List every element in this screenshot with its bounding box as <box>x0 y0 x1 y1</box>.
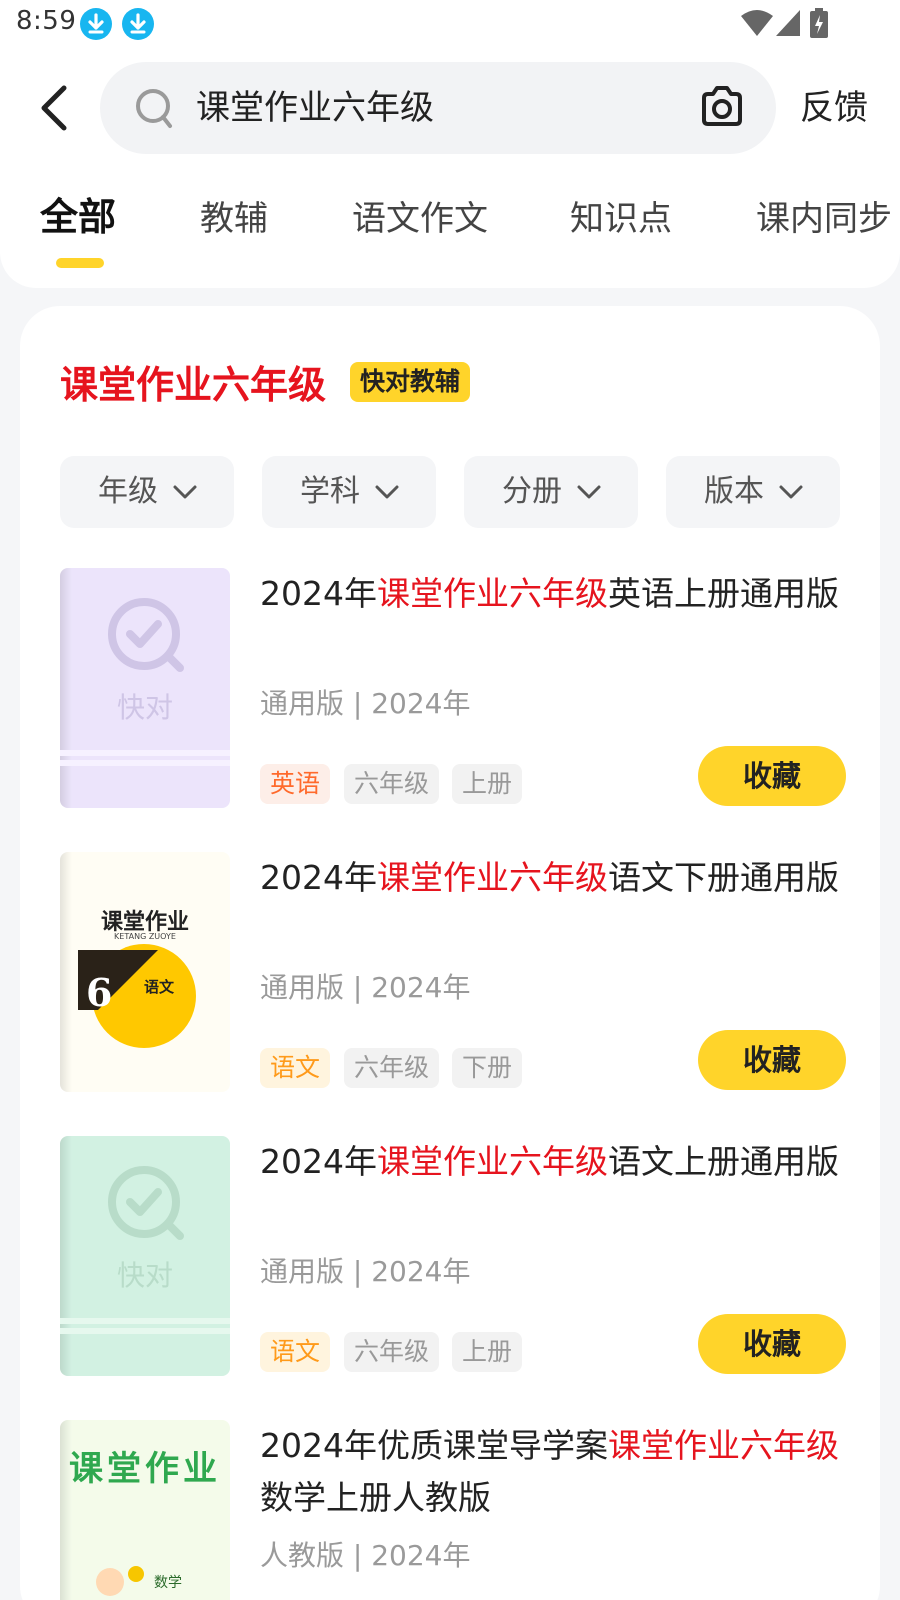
tab-bar: 全部 教辅 语文作文 知识点 课内同步 <box>0 194 900 274</box>
book-cover[interactable]: 课堂作业 KETANG ZUOYE 6 语文 <box>60 852 230 1092</box>
cover-title: 课堂作业 <box>69 1449 221 1489</box>
chevron-down-icon <box>173 485 197 499</box>
book-title[interactable]: 2024年课堂作业六年级语文下册通用版 <box>260 852 840 904</box>
chevron-down-icon <box>375 485 399 499</box>
book-cover[interactable]: 快对 <box>60 568 230 808</box>
search-icon <box>136 89 172 128</box>
active-tab-indicator <box>56 258 104 268</box>
filter-label: 分册 <box>502 474 562 509</box>
tag-volume: 上册 <box>452 764 523 804</box>
cover-text: 快对 <box>116 1259 173 1292</box>
tag-volume: 下册 <box>452 1048 523 1088</box>
book-meta: 通用版 | 2024年 <box>260 971 471 1004</box>
tag-volume: 上册 <box>452 1332 523 1372</box>
book-title[interactable]: 2024年课堂作业六年级语文上册通用版 <box>260 1136 840 1188</box>
book-item[interactable]: 课堂作业 KETANG ZUOYE 6 语文 2024年课堂作业六年级语文下册通… <box>60 852 850 1102</box>
back-arrow-icon[interactable] <box>32 80 76 136</box>
cover-subtitle: KETANG ZUOYE <box>114 932 176 941</box>
download-icon <box>122 8 154 40</box>
tag-grade: 六年级 <box>344 1332 440 1372</box>
book-meta: 人教版 | 2024年 <box>260 1539 471 1572</box>
cover-band <box>60 760 230 766</box>
tab-teaching-aids[interactable]: 教辅 <box>200 194 268 244</box>
book-cover[interactable]: 课堂作业 数学 <box>60 1420 230 1600</box>
cover-spine <box>60 852 72 1092</box>
book-title[interactable]: 2024年优质课堂导学案课堂作业六年级数学上册人教版 <box>260 1420 840 1524</box>
cover-band <box>60 1328 230 1334</box>
signal-icon <box>776 10 800 36</box>
filter-grade[interactable]: 年级 <box>60 456 234 528</box>
search-query: 课堂作业六年级 <box>196 88 434 128</box>
book-title-suffix: 语文下册通用版 <box>607 858 839 897</box>
book-title-suffix: 语文上册通用版 <box>607 1142 839 1181</box>
cover-band <box>60 1318 230 1324</box>
book-title-highlight: 课堂作业六年级 <box>376 574 608 613</box>
search-input[interactable]: 课堂作业六年级 <box>100 62 776 154</box>
filter-volume[interactable]: 分册 <box>464 456 638 528</box>
battery-charging-icon <box>810 8 828 38</box>
download-icon <box>80 8 112 40</box>
result-card-title: 课堂作业六年级 <box>60 363 327 407</box>
filter-subject[interactable]: 学科 <box>262 456 436 528</box>
book-title-highlight: 课堂作业六年级 <box>376 858 608 897</box>
book-title-suffix: 英语上册通用版 <box>607 574 839 613</box>
tag-grade: 六年级 <box>344 764 440 804</box>
search-header: 课堂作业六年级 反馈 全部 教辅 语文作文 知识点 课内同步 <box>0 48 900 288</box>
book-title-suffix: 数学上册人教版 <box>260 1478 491 1517</box>
status-bar: 8:59 <box>0 0 900 48</box>
book-title-prefix: 2024年优质课堂导学案 <box>260 1426 608 1465</box>
cover-spine <box>60 1420 72 1600</box>
kuaidui-logo-icon <box>108 1166 184 1240</box>
tab-all[interactable]: 全部 <box>40 192 116 242</box>
book-title-prefix: 2024年 <box>260 858 377 897</box>
cover-subject: 语文 <box>144 978 175 996</box>
chevron-down-icon <box>577 485 601 499</box>
cover-illustration <box>96 1566 144 1596</box>
feedback-button[interactable]: 反馈 <box>800 84 868 132</box>
cover-subject: 数学 <box>154 1575 182 1591</box>
camera-icon[interactable] <box>698 84 746 130</box>
collect-button[interactable]: 收藏 <box>698 1314 846 1374</box>
tag-subject: 语文 <box>260 1048 331 1088</box>
filter-label: 版本 <box>704 474 764 509</box>
tag-grade: 六年级 <box>344 1048 440 1088</box>
kuaidui-logo-icon <box>108 598 184 672</box>
collect-button[interactable]: 收藏 <box>698 1030 846 1090</box>
book-title-highlight: 课堂作业六年级 <box>607 1426 839 1465</box>
book-title-highlight: 课堂作业六年级 <box>376 1142 608 1181</box>
cover-grade: 6 <box>86 970 113 1015</box>
book-meta: 通用版 | 2024年 <box>260 687 471 720</box>
book-title-prefix: 2024年 <box>260 1142 377 1181</box>
wifi-icon <box>741 10 773 36</box>
cover-text: 快对 <box>116 691 173 724</box>
book-title[interactable]: 2024年课堂作业六年级英语上册通用版 <box>260 568 840 620</box>
result-card-badge: 快对教辅 <box>350 362 471 402</box>
tab-chinese-composition[interactable]: 语文作文 <box>352 194 488 244</box>
chevron-down-icon <box>779 485 803 499</box>
tag-subject: 语文 <box>260 1332 331 1372</box>
book-title-prefix: 2024年 <box>260 574 377 613</box>
collect-button[interactable]: 收藏 <box>698 746 846 806</box>
cover-band <box>60 750 230 756</box>
book-meta: 通用版 | 2024年 <box>260 1255 471 1288</box>
filter-edition[interactable]: 版本 <box>666 456 840 528</box>
filter-label: 学科 <box>300 474 360 509</box>
filter-label: 年级 <box>98 474 158 509</box>
status-time: 8:59 <box>16 6 77 36</box>
tab-knowledge-points[interactable]: 知识点 <box>570 194 672 244</box>
book-item[interactable]: 快对 2024年课堂作业六年级英语上册通用版 通用版 | 2024年 英语 六年… <box>60 568 850 818</box>
tab-in-class-sync[interactable]: 课内同步 <box>756 194 892 244</box>
book-cover[interactable]: 快对 <box>60 1136 230 1376</box>
book-item[interactable]: 快对 2024年课堂作业六年级语文上册通用版 通用版 | 2024年 语文 六年… <box>60 1136 850 1386</box>
book-item[interactable]: 课堂作业 数学 2024年优质课堂导学案课堂作业六年级数学上册人教版 人教版 |… <box>60 1420 850 1600</box>
tag-subject: 英语 <box>260 764 331 804</box>
result-card: 课堂作业六年级 快对教辅 年级 学科 分册 版本 快对 2024年课堂作业六年级… <box>20 306 880 1600</box>
